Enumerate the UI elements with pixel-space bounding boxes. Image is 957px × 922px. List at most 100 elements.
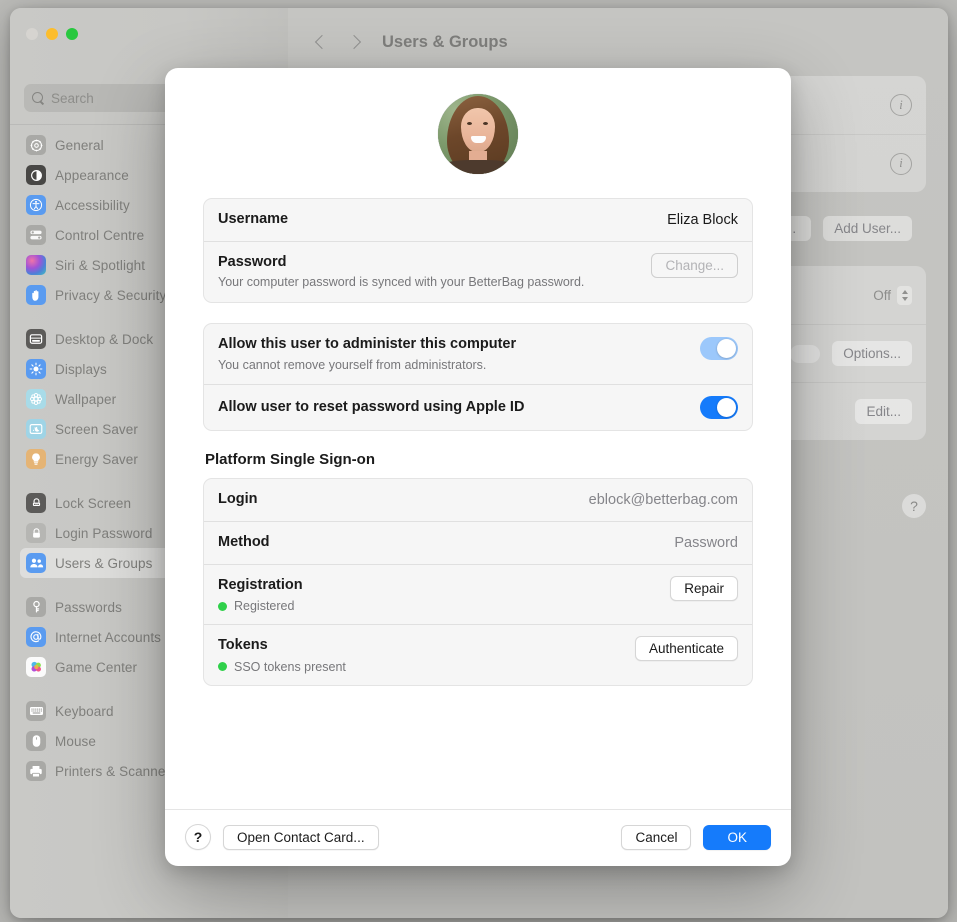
psso-method-value: Password [674,535,738,551]
repair-button[interactable]: Repair [670,576,738,601]
password-label: Password [218,253,584,273]
sidebar-item-label: Appearance [55,168,129,183]
administer-computer-label: Allow this user to administer this compu… [218,335,516,355]
sidebar-item-label: Users & Groups [55,556,152,571]
edit-button[interactable]: Edit... [855,399,912,424]
psso-tokens-label: Tokens [218,636,346,656]
change-password-button[interactable]: Change... [651,253,738,278]
window-traffic-lights [26,28,78,40]
lock-screen-icon [26,493,46,513]
psso-login-value: eblock@betterbag.com [589,492,738,508]
account-edit-dialog: Username Eliza Block Password Your compu… [165,68,791,866]
siri-icon [26,255,46,275]
maximize-window-button[interactable] [66,28,78,40]
sidebar-item-label: Wallpaper [55,392,116,407]
status-dot-icon [218,602,227,611]
psso-login-row: Login eblock@betterbag.com [204,479,752,521]
cancel-button[interactable]: Cancel [621,825,691,850]
authenticate-button[interactable]: Authenticate [635,636,738,661]
automatic-login-value: Off [873,288,891,303]
wallpaper-icon [26,389,46,409]
content-header: Users & Groups [288,8,948,76]
permissions-card: Allow this user to administer this compu… [203,323,753,431]
status-dot-icon [218,662,227,671]
back-button[interactable] [310,31,332,53]
internet-accounts-at-icon [26,627,46,647]
password-description: Your computer password is synced with yo… [218,274,584,291]
sidebar-item-label: Accessibility [55,198,130,213]
password-row: Password Your computer password is synce… [204,241,752,302]
platform-sso-heading: Platform Single Sign-on [205,451,753,468]
users-groups-icon [26,553,46,573]
sidebar-item-label: Keyboard [55,704,114,719]
dialog-content: Username Eliza Block Password Your compu… [165,68,791,809]
tokens-status-text: SSO tokens present [234,660,346,674]
account-card: Username Eliza Block Password Your compu… [203,198,753,303]
appearance-icon [26,165,46,185]
sidebar-item-label: Mouse [55,734,96,749]
sidebar-item-label: Login Password [55,526,152,541]
reset-password-appleid-toggle[interactable] [700,396,738,419]
sidebar-item-label: Privacy & Security [55,288,166,303]
automatic-login-popup[interactable]: Off [873,286,912,305]
sidebar-item-label: Lock Screen [55,496,131,511]
privacy-hand-icon [26,285,46,305]
keyboard-icon [26,701,46,721]
desktop-dock-icon [26,329,46,349]
psso-tokens-row: Tokens SSO tokens present Authenticate [204,624,752,685]
ok-button[interactable]: OK [703,825,771,850]
avatar[interactable] [438,94,518,174]
info-icon[interactable]: i [890,153,912,175]
sidebar-item-label: Desktop & Dock [55,332,153,347]
sidebar-item-label: Internet Accounts [55,630,161,645]
username-label: Username [218,210,288,230]
registration-status-text: Registered [234,599,294,613]
avatar-container [203,94,753,174]
printer-icon [26,761,46,781]
game-center-icon [26,657,46,677]
psso-method-label: Method [218,533,270,553]
network-account-toggle[interactable] [790,345,820,363]
platform-sso-card: Login eblock@betterbag.com Method Passwo… [203,478,753,685]
reset-password-appleid-label: Allow user to reset password using Apple… [218,398,524,418]
psso-login-label: Login [218,490,257,510]
sidebar-item-label: Energy Saver [55,452,138,467]
tokens-status: SSO tokens present [218,660,346,674]
sidebar-item-label: Siri & Spotlight [55,258,145,273]
login-password-icon [26,523,46,543]
registration-status: Registered [218,599,303,613]
options-button[interactable]: Options... [832,341,912,366]
forward-button[interactable] [346,31,368,53]
accessibility-icon [26,195,46,215]
mouse-icon [26,731,46,751]
administer-computer-toggle[interactable] [700,337,738,360]
search-icon [32,92,45,105]
sidebar-item-label: Printers & Scanners [55,764,177,779]
close-window-button[interactable] [26,28,38,40]
sidebar-item-label: Screen Saver [55,422,138,437]
reset-password-appleid-row: Allow user to reset password using Apple… [204,384,752,430]
sidebar-item-label: Control Centre [55,228,144,243]
administer-computer-row: Allow this user to administer this compu… [204,324,752,384]
energy-saver-icon [26,449,46,469]
control-centre-icon [26,225,46,245]
desktop-backdrop: Search GeneralAppearanceAccessibilityCon… [0,0,957,922]
sidebar-item-label: Displays [55,362,107,377]
page-title: Users & Groups [382,33,508,52]
sidebar-item-label: Game Center [55,660,137,675]
passwords-key-icon [26,597,46,617]
minimize-window-button[interactable] [46,28,58,40]
sidebar-item-label: General [55,138,104,153]
screen-saver-icon [26,419,46,439]
username-row: Username Eliza Block [204,199,752,241]
psso-method-row: Method Password [204,521,752,564]
dialog-footer: ? Open Contact Card... Cancel OK [165,809,791,866]
add-user-button[interactable]: Add User... [823,216,912,241]
help-button[interactable]: ? [902,494,926,518]
chevron-updown-icon [897,286,912,305]
dialog-help-button[interactable]: ? [185,824,211,850]
sidebar-item-label: Passwords [55,600,122,615]
info-icon[interactable]: i [890,94,912,116]
psso-registration-label: Registration [218,576,303,596]
open-contact-card-button[interactable]: Open Contact Card... [223,825,379,850]
